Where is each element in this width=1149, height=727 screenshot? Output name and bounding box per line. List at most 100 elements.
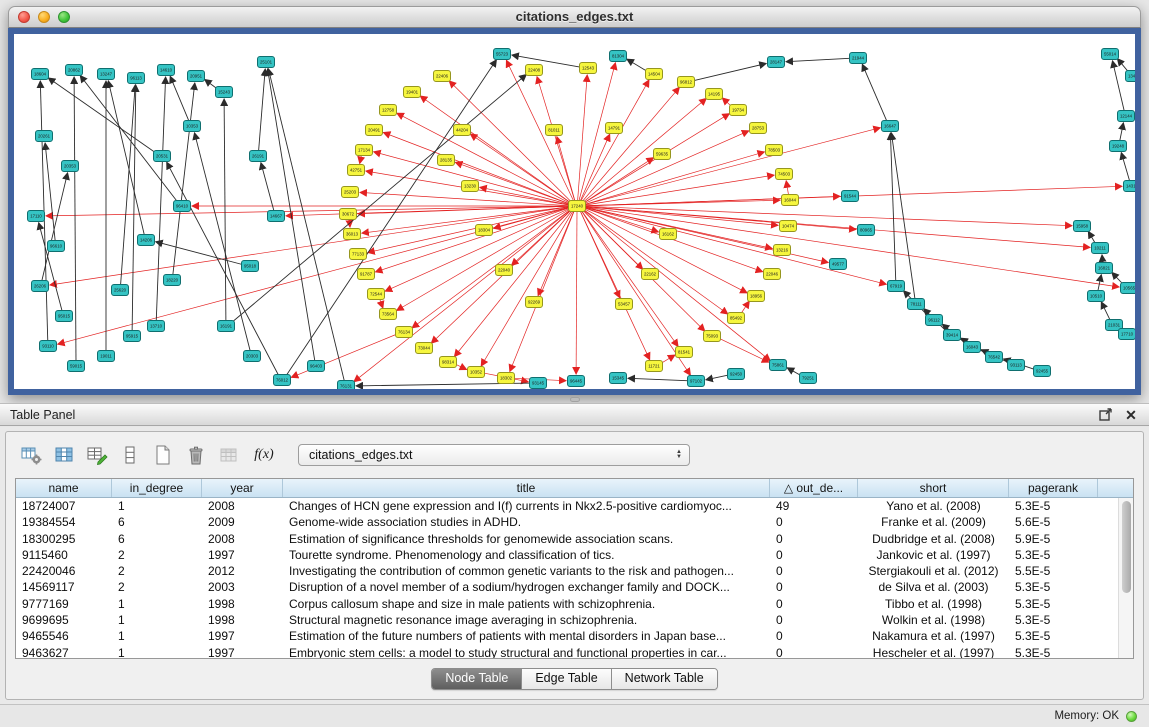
graph-node[interactable]: 28753	[750, 123, 767, 134]
table-row[interactable]: 1938455462009Genome-wide association stu…	[16, 514, 1133, 530]
network-graph[interactable]: 1724022406194011275820491171344275125203…	[14, 34, 1135, 389]
table-settings-icon[interactable]	[18, 443, 44, 467]
graph-node[interactable]: 28135	[438, 155, 455, 166]
graph-node[interactable]: 78111	[908, 299, 925, 310]
graph-node[interactable]: 14610	[158, 65, 175, 76]
graph-node[interactable]: 13216	[774, 245, 791, 256]
graph-node[interactable]: 11721	[646, 361, 663, 372]
graph-node[interactable]: 96445	[568, 376, 585, 387]
graph-node[interactable]: 59015	[68, 361, 85, 372]
graph-node[interactable]: 10474	[780, 221, 797, 232]
scrollbar-thumb[interactable]	[1122, 501, 1131, 593]
graph-node[interactable]: 81304	[610, 51, 627, 62]
graph-node[interactable]: 22046	[764, 269, 781, 280]
graph-node[interactable]: 26191	[250, 151, 267, 162]
column-header-1[interactable]: in_degree	[112, 479, 202, 497]
minimize-window-button[interactable]	[38, 11, 50, 23]
graph-node[interactable]: 39414	[944, 330, 961, 341]
graph-node[interactable]: 25203	[342, 187, 359, 198]
graph-node[interactable]: 78503	[766, 145, 783, 156]
column-header-3[interactable]: title	[283, 479, 770, 497]
graph-node[interactable]: 72544	[368, 289, 385, 300]
graph-node[interactable]: 20353	[62, 161, 79, 172]
graph-node[interactable]: 76012	[274, 375, 291, 386]
graph-node[interactable]: 19011	[98, 351, 115, 362]
graph-node[interactable]: 20261	[36, 131, 53, 142]
tab-network-table[interactable]: Network Table	[612, 669, 717, 689]
graph-node[interactable]: 96410	[174, 201, 191, 212]
column-header-0[interactable]: name	[16, 479, 112, 497]
graph-node[interactable]: 20951	[188, 71, 205, 82]
graph-node[interactable]: 96812	[678, 77, 695, 88]
graph-node[interactable]: 75093	[704, 331, 721, 342]
graph-node[interactable]: 20531	[154, 151, 171, 162]
graph-node[interactable]: 15345	[610, 373, 627, 384]
graph-node[interactable]: 73044	[416, 343, 433, 354]
graph-node[interactable]: 13710	[148, 321, 165, 332]
graph-node[interactable]: 14667	[268, 211, 285, 222]
graph-node[interactable]: 25101	[258, 57, 275, 68]
graph-node[interactable]: 96112	[926, 315, 943, 326]
graph-node[interactable]: 76134	[396, 327, 413, 338]
graph-node[interactable]: 12144	[1118, 111, 1135, 122]
graph-node[interactable]: 96403	[308, 361, 325, 372]
graph-node[interactable]: 75861	[770, 360, 787, 371]
column-header-6[interactable]: pagerank	[1009, 479, 1098, 497]
tab-edge-table[interactable]: Edge Table	[522, 669, 611, 689]
graph-node[interactable]: 18304	[476, 225, 493, 236]
graph-node[interactable]: 14791	[606, 123, 623, 134]
graph-node[interactable]: 22406	[434, 71, 451, 82]
graph-node[interactable]: 17710	[1119, 329, 1136, 340]
graph-node[interactable]: 28147	[768, 57, 785, 68]
graph-node[interactable]: 49577	[830, 259, 847, 270]
graph-node[interactable]: 20303	[244, 351, 261, 362]
graph-node[interactable]: 59635	[654, 149, 671, 160]
graph-node[interactable]: 13405	[1126, 71, 1136, 82]
graph-node[interactable]: 92455	[1034, 366, 1051, 377]
graph-node[interactable]: 20862	[66, 65, 83, 76]
graph-node[interactable]: 22162	[642, 269, 659, 280]
graph-node[interactable]: 93145	[530, 378, 547, 389]
graph-node[interactable]: 19734	[730, 105, 747, 116]
window-titlebar[interactable]: citations_edges.txt	[8, 6, 1141, 28]
graph-node[interactable]: 76542	[986, 352, 1003, 363]
graph-node[interactable]: 17240	[569, 201, 586, 212]
table-row[interactable]: 946554611997Estimation of the future num…	[16, 628, 1133, 644]
table-row[interactable]: 969969511998Structural magnetic resonanc…	[16, 612, 1133, 628]
graph-node[interactable]: 16647	[882, 121, 899, 132]
column-header-4[interactable]: △ out_de...	[770, 479, 858, 497]
graph-node[interactable]: 93113	[1008, 360, 1025, 371]
graph-node[interactable]: 98314	[440, 357, 457, 368]
graph-node[interactable]: 30672	[340, 209, 357, 220]
float-panel-icon[interactable]	[1097, 407, 1113, 423]
graph-node[interactable]: 44204	[454, 125, 471, 136]
splitter-handle[interactable]	[0, 396, 1149, 403]
table-row[interactable]: 1872400712008Changes of HCN gene express…	[16, 498, 1133, 514]
graph-node[interactable]: 80965	[858, 225, 875, 236]
graph-node[interactable]: 55723	[494, 49, 511, 60]
table-selector[interactable]: citations_edges.txt ▲▼	[298, 444, 690, 466]
network-canvas[interactable]: 1724022406194011275820491171344275125203…	[14, 34, 1135, 389]
graph-node[interactable]: 81541	[676, 347, 693, 358]
graph-node[interactable]: 19248	[1110, 141, 1127, 152]
graph-node[interactable]: 16162	[660, 229, 677, 240]
graph-node[interactable]: 22408	[526, 65, 543, 76]
graph-node[interactable]: 96113	[128, 73, 145, 84]
graph-node[interactable]: 13247	[98, 69, 115, 80]
table-row[interactable]: 911546021997Tourette syndrome. Phenomeno…	[16, 547, 1133, 563]
zoom-window-button[interactable]	[58, 11, 70, 23]
graph-node[interactable]: 16191	[218, 321, 235, 332]
graph-node[interactable]: 76131	[338, 381, 355, 390]
graph-node[interactable]: 85492	[728, 313, 745, 324]
table-scrollbar[interactable]	[1118, 498, 1133, 658]
column-header-2[interactable]: year	[202, 479, 283, 497]
graph-node[interactable]: 18302	[498, 373, 515, 384]
graph-node[interactable]: 81011	[546, 125, 563, 136]
graph-node[interactable]: 21944	[850, 53, 867, 64]
graph-node[interactable]: 10510	[1088, 291, 1105, 302]
function-builder-button[interactable]: f(x)	[249, 447, 279, 463]
table-row[interactable]: 977716911998Corpus callosum shape and si…	[16, 596, 1133, 612]
import-table-icon[interactable]	[216, 443, 242, 467]
graph-node[interactable]: 12543	[580, 63, 597, 74]
graph-node[interactable]: 16044	[782, 195, 799, 206]
